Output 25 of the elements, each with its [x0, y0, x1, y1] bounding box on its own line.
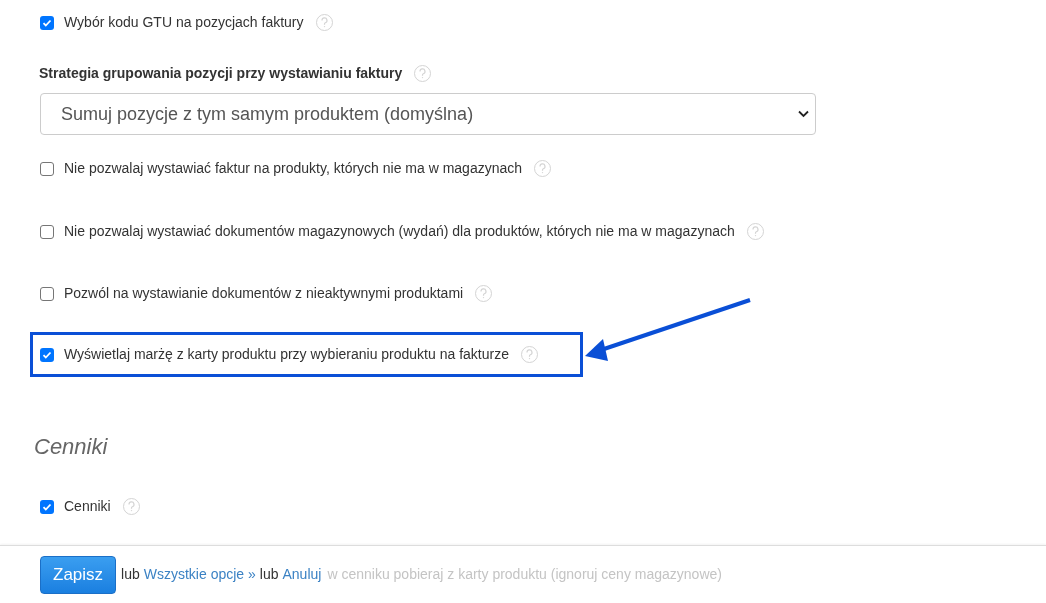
checkmark-icon	[42, 501, 52, 512]
grouping-select[interactable]: Sumuj pozycje z tym samym produktem (domyślna)	[40, 93, 816, 135]
checkbox-label: Pozwól na wystawianie dokumentów z nieaktywnymi produktami	[64, 284, 464, 303]
or-text: lub	[259, 565, 279, 584]
checkbox-label: Wyświetlaj marżę z karty produktu przy wybieraniu produktu na fakturze	[64, 345, 509, 364]
save-button[interactable]: Zapisz	[40, 555, 117, 594]
checkbox[interactable]	[40, 224, 54, 239]
checkbox[interactable]	[40, 499, 54, 514]
field-label: Strategia grupowania pozycji przy wystawianiu faktury	[39, 64, 403, 83]
checkmark-icon	[42, 17, 52, 28]
checkbox-label: Cenniki	[64, 497, 111, 516]
checkbox-label: Nie pozwalaj wystawiać faktur na produkty, których nie ma w magazynach	[64, 159, 523, 178]
section-heading: Cenniki	[34, 433, 109, 461]
cancel-link[interactable]: Anuluj	[282, 564, 322, 585]
all-options-link[interactable]: Wszystkie opcje »	[143, 564, 256, 585]
checkbox[interactable]	[40, 15, 54, 30]
checkbox[interactable]	[40, 286, 54, 301]
checkbox[interactable]	[40, 161, 54, 176]
checkbox-label: Nie pozwalaj wystawiać dokumentów magazynowych (wydań) dla produktów, których nie ma w magazynach	[64, 222, 735, 241]
faded-option-label: w cenniku pobieraj z karty produktu (ignoruj ceny magazynowe)	[327, 565, 722, 584]
checkmark-icon	[42, 349, 52, 360]
checkbox[interactable]	[40, 347, 54, 362]
or-text: lub	[121, 565, 140, 584]
checkbox-label: Wybór kodu GTU na pozycjach faktury	[64, 13, 304, 32]
chevron-down-icon	[798, 110, 809, 118]
